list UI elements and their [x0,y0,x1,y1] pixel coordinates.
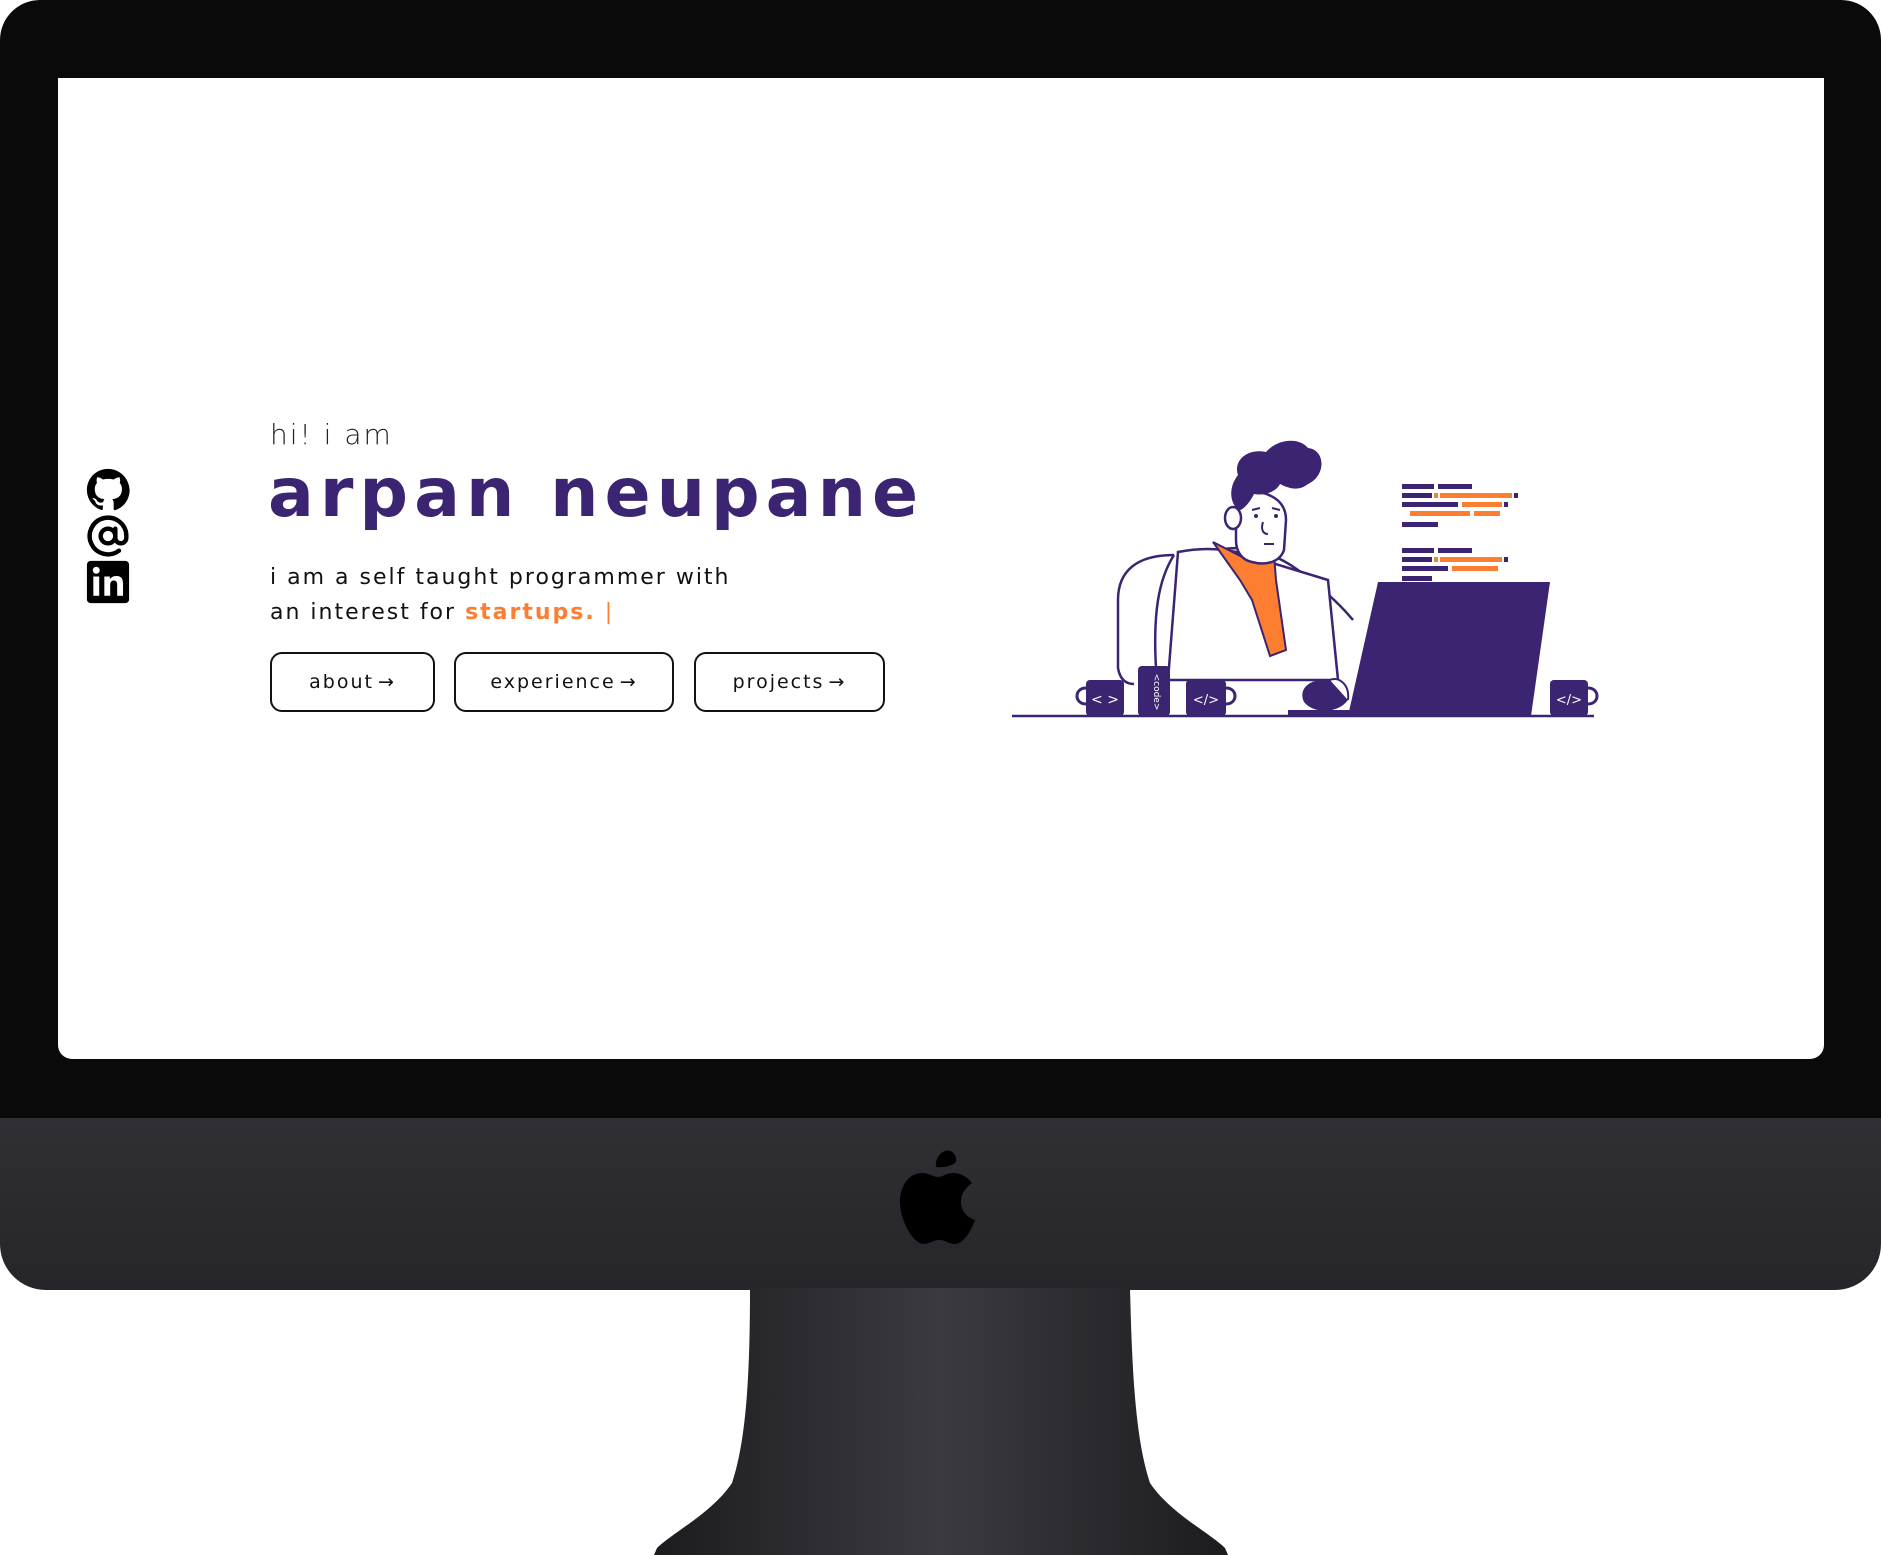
mug-left: < > [1075,680,1124,716]
linkedin-icon [86,560,130,604]
social-links [86,468,134,606]
programmer-illustration: < > <code> </> </> [1012,440,1599,718]
projects-button-label: projects [732,671,825,693]
arrow-right-icon: → [619,671,638,693]
arrow-right-icon: → [377,671,396,693]
hero-tagline: i am a self taught programmer with an in… [270,560,790,630]
email-link[interactable] [86,514,132,560]
mug-middle: </> [1186,680,1237,716]
tagline-highlight: startups. [465,600,596,625]
about-button-label: about [309,671,374,693]
tagline-prefix: an interest for [270,600,466,625]
tagline-line-1: i am a self taught programmer with [270,565,731,590]
about-button[interactable]: about → [270,652,435,712]
greeting-text: hi! i am [270,418,393,451]
screen: hi! i am arpan neupane i am a self taugh… [58,78,1824,1059]
projects-button[interactable]: projects → [694,652,885,712]
svg-text:</>: </> [1556,693,1582,708]
github-icon [86,468,130,511]
tagline-line-2: an interest for startups. | [270,595,790,630]
mug-right: </> [1550,680,1599,716]
github-link[interactable] [86,468,132,514]
svg-text:</>: </> [1193,693,1219,708]
svg-text:< >: < > [1091,692,1119,708]
can: <code> [1138,666,1170,716]
monitor-stand [654,1288,1228,1555]
arrow-right-icon: → [828,671,847,693]
apple-logo-icon [900,1150,975,1244]
at-sign-icon [87,515,129,557]
linkedin-link[interactable] [86,560,132,606]
hero-name: arpan neupane [268,454,925,533]
experience-button-label: experience [490,671,616,693]
typing-cursor: | [604,600,615,625]
experience-button[interactable]: experience → [454,652,674,712]
svg-text:<code>: <code> [1151,674,1161,711]
code-snippet-graphic [1402,484,1518,581]
